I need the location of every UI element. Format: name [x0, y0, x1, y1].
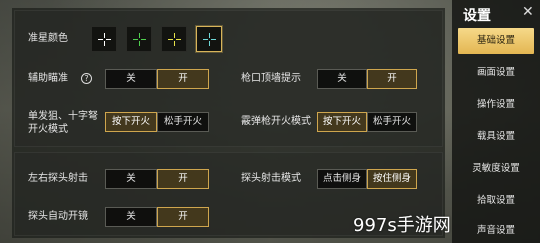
muzzle-hint-label: 枪口顶墙提示 — [241, 73, 301, 84]
crosshair-swatch-row — [91, 26, 222, 52]
settings-group-fire: 准星颜色 辅助瞄准 ? 关 开 枪口顶墙提示 关 开 单发狙、十字弩 开火模式 … — [14, 10, 443, 147]
settings-panel: 准星颜色 辅助瞄准 ? 关 开 枪口顶墙提示 关 开 单发狙、十字弩 开火模式 … — [12, 8, 445, 238]
sidebar-item-sound[interactable]: 声音设置 — [458, 218, 534, 243]
shotgun-fire-mode-label: 霰弹枪开火模式 — [241, 116, 311, 127]
settings-sidebar: 设置 ✕ 基础设置 画面设置 操作设置 载具设置 灵敏度设置 拾取设置 声音设置 — [452, 0, 540, 243]
shotgun-fire-press-button[interactable]: 按下开火 — [317, 112, 367, 132]
muzzle-hint-off-button[interactable]: 关 — [317, 69, 367, 89]
peek-fire-mode-label: 探头射击模式 — [241, 173, 301, 184]
peek-auto-scope-off-button[interactable]: 关 — [105, 207, 157, 227]
peek-fire-mode-toggle: 点击侧身 按住侧身 — [317, 169, 417, 189]
aim-assist-toggle: 关 开 — [105, 69, 209, 89]
sidebar-item-graphics[interactable]: 画面设置 — [458, 60, 534, 86]
peek-auto-scope-toggle: 关 开 — [105, 207, 209, 227]
aim-assist-off-button[interactable]: 关 — [105, 69, 157, 89]
single-fire-release-button[interactable]: 松手开火 — [157, 112, 209, 132]
crosshair-swatch-yellow[interactable] — [161, 26, 187, 52]
sidebar-item-pickup[interactable]: 拾取设置 — [458, 188, 534, 214]
peek-tap-button[interactable]: 点击侧身 — [317, 169, 367, 189]
single-fire-mode-label-line1: 单发狙、十字弩 — [28, 111, 98, 122]
aim-assist-on-button[interactable]: 开 — [157, 69, 209, 89]
muzzle-hint-on-button[interactable]: 开 — [367, 69, 417, 89]
sidebar-title: 设置 — [463, 8, 491, 24]
crosshair-swatch-cyan[interactable] — [196, 26, 222, 52]
peek-auto-scope-on-button[interactable]: 开 — [157, 207, 209, 227]
peek-hold-button[interactable]: 按住侧身 — [367, 169, 417, 189]
aim-assist-label: 辅助瞄准 — [28, 73, 68, 84]
peek-auto-scope-label: 探头自动开镜 — [28, 211, 88, 222]
muzzle-hint-toggle: 关 开 — [317, 69, 417, 89]
site-watermark: 997s手游网 — [353, 215, 451, 236]
peek-fire-label: 左右探头射击 — [28, 173, 88, 184]
shotgun-fire-mode-toggle: 按下开火 松手开火 — [317, 112, 417, 132]
single-fire-mode-toggle: 按下开火 松手开火 — [105, 112, 209, 132]
sidebar-item-basic[interactable]: 基础设置 — [458, 28, 534, 54]
peek-fire-on-button[interactable]: 开 — [157, 169, 209, 189]
crosshair-swatch-white[interactable] — [91, 26, 117, 52]
single-fire-mode-label-line2: 开火模式 — [28, 124, 68, 135]
help-icon[interactable]: ? — [81, 73, 92, 84]
crosshair-color-label: 准星颜色 — [28, 33, 68, 44]
shotgun-fire-release-button[interactable]: 松手开火 — [367, 112, 417, 132]
sidebar-item-vehicle[interactable]: 载具设置 — [458, 124, 534, 150]
sidebar-item-sensitivity[interactable]: 灵敏度设置 — [458, 156, 534, 182]
peek-fire-off-button[interactable]: 关 — [105, 169, 157, 189]
single-fire-press-button[interactable]: 按下开火 — [105, 112, 157, 132]
sidebar-item-controls[interactable]: 操作设置 — [458, 92, 534, 118]
close-icon[interactable]: ✕ — [522, 4, 534, 20]
peek-fire-toggle: 关 开 — [105, 169, 209, 189]
crosshair-swatch-green[interactable] — [126, 26, 152, 52]
